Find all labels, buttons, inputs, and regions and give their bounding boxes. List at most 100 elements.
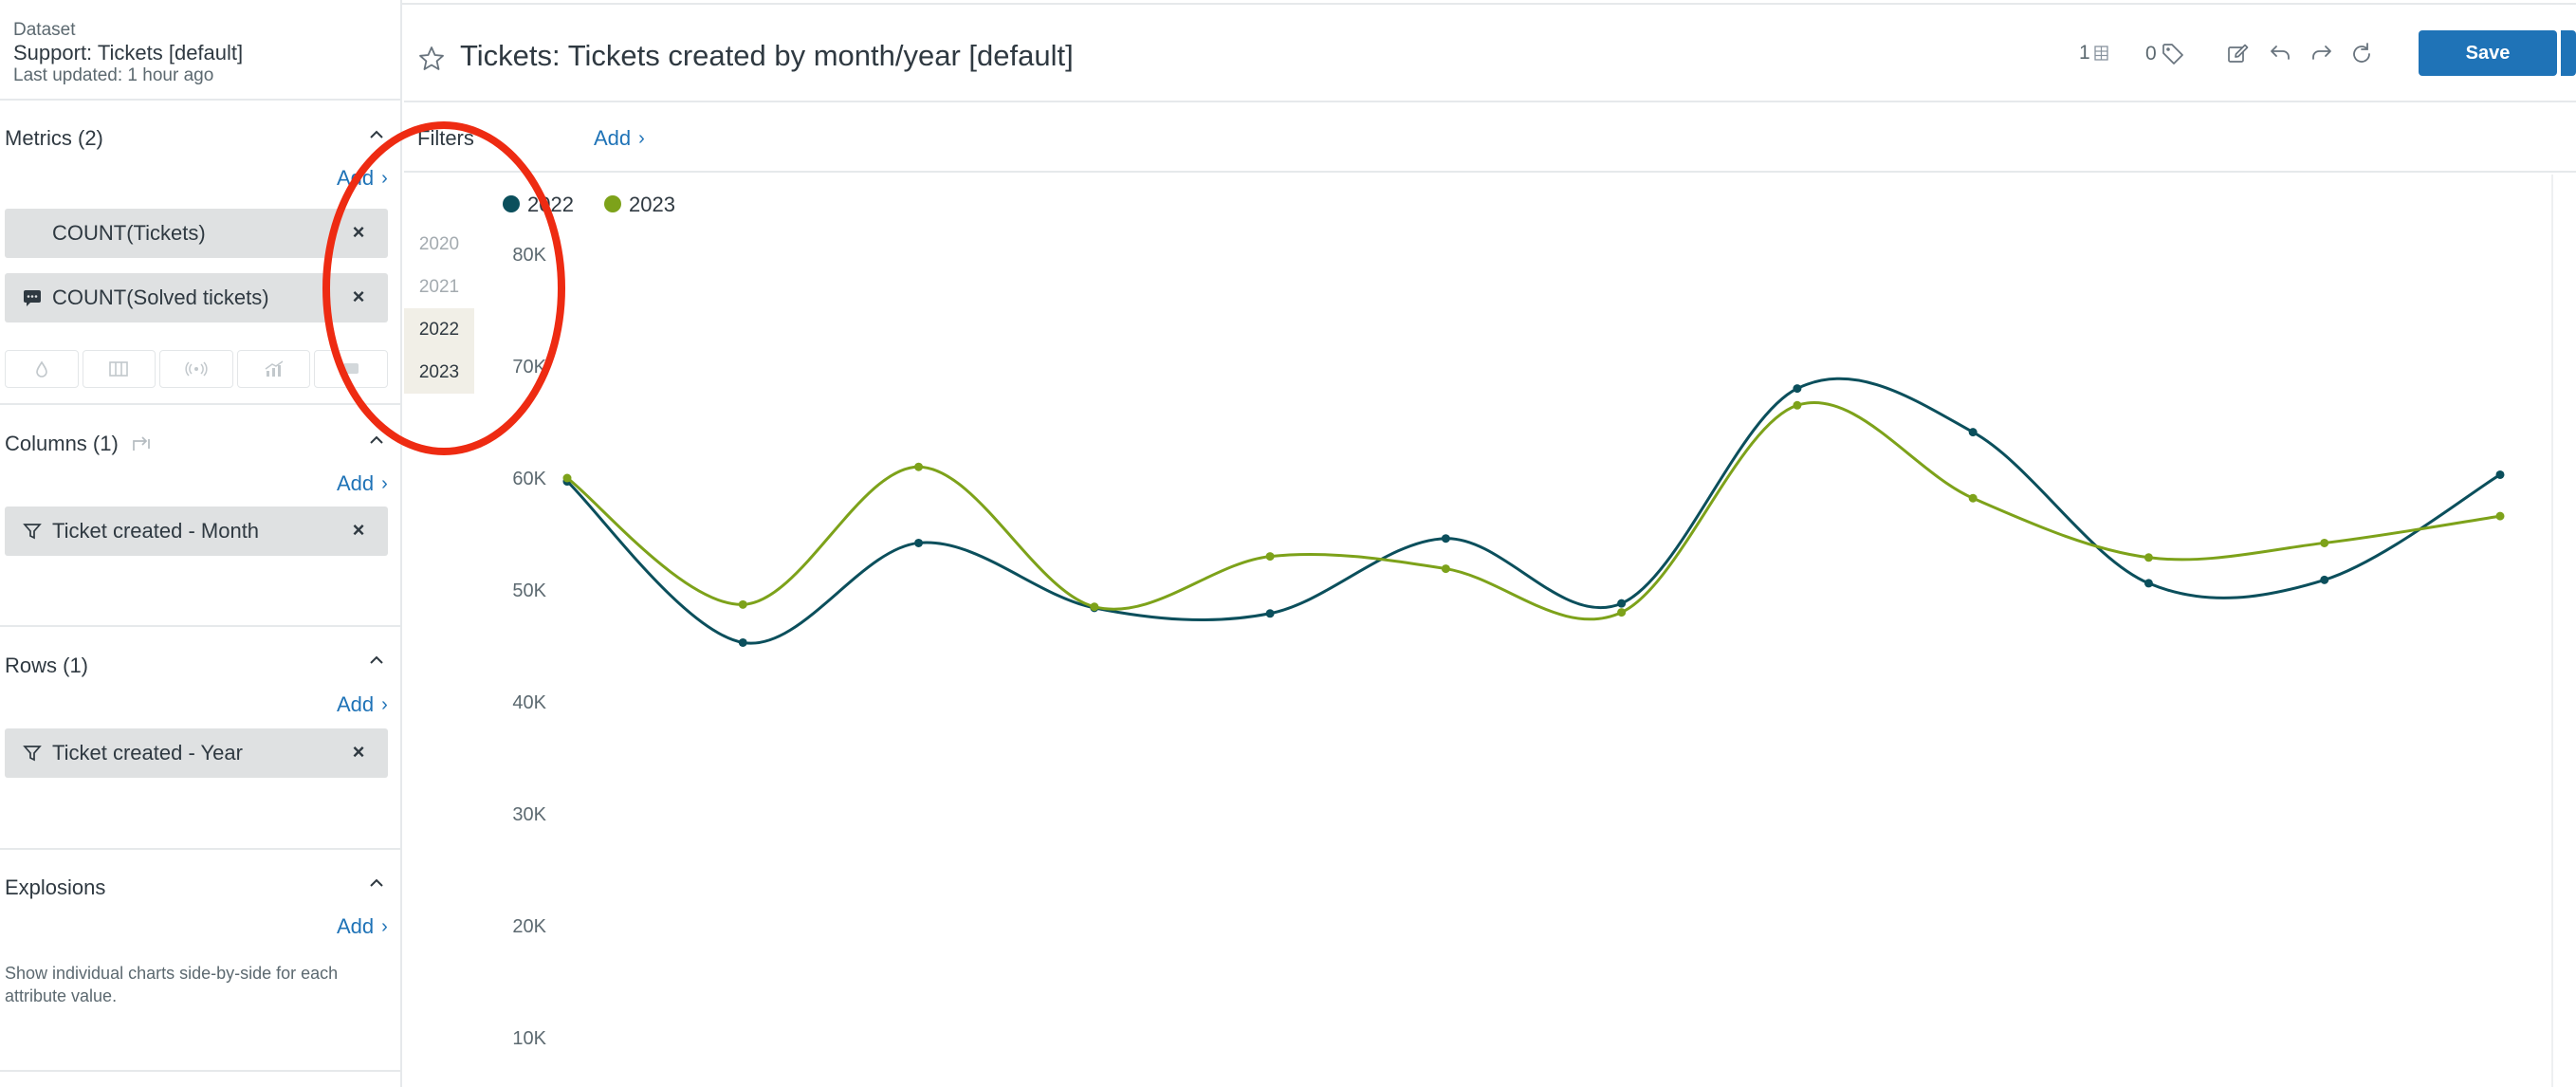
- row-pill[interactable]: Ticket created - Year ×: [5, 728, 388, 778]
- chevron-up-icon[interactable]: [366, 430, 387, 451]
- metric-label: COUNT(Solved tickets): [52, 286, 269, 309]
- data-point[interactable]: [2495, 511, 2505, 521]
- data-point[interactable]: [914, 538, 924, 547]
- report-builder: Dataset Support: Tickets [default] Last …: [0, 0, 2576, 1087]
- legend-label[interactable]: 2023: [629, 193, 675, 216]
- column-pill[interactable]: Ticket created - Month ×: [5, 507, 388, 556]
- data-point[interactable]: [2144, 553, 2153, 562]
- rows-add-label: Add: [337, 692, 375, 716]
- data-point[interactable]: [1441, 564, 1450, 574]
- close-icon[interactable]: ×: [348, 742, 369, 763]
- chevron-right-icon: ›: [381, 915, 388, 937]
- chevron-up-icon[interactable]: [366, 873, 387, 894]
- year-option[interactable]: 2020: [404, 223, 474, 266]
- comment-icon: [24, 290, 41, 306]
- data-point[interactable]: [738, 599, 747, 609]
- chart-type-button[interactable]: [159, 350, 233, 388]
- explosions-description: Show individual charts side-by-side for …: [5, 964, 339, 1005]
- data-point[interactable]: [1793, 400, 1802, 410]
- edit-icon[interactable]: [2225, 41, 2252, 67]
- chevron-up-icon[interactable]: [366, 124, 387, 145]
- data-point[interactable]: [2320, 538, 2329, 547]
- legend-label[interactable]: 2022: [527, 193, 574, 216]
- dataset-name[interactable]: Support: Tickets [default]: [13, 41, 243, 65]
- close-icon[interactable]: ×: [348, 286, 369, 307]
- dataset-updated: Last updated: 1 hour ago: [13, 65, 214, 85]
- data-point[interactable]: [738, 637, 747, 647]
- year-option[interactable]: 2021: [404, 266, 474, 308]
- legend-swatch: [503, 195, 520, 212]
- data-point[interactable]: [1617, 599, 1627, 608]
- chevron-right-icon: ›: [381, 167, 388, 189]
- column-label: Ticket created - Month: [52, 519, 260, 543]
- chart-type-button[interactable]: [5, 350, 79, 388]
- report-title[interactable]: Tickets: Tickets created by month/year […: [460, 39, 1074, 73]
- data-point[interactable]: [914, 462, 924, 471]
- data-point[interactable]: [2320, 575, 2329, 584]
- year-option[interactable]: 2022: [404, 308, 474, 351]
- chart-type-button[interactable]: [82, 350, 156, 388]
- metrics-title-text: Metrics (2): [5, 126, 103, 150]
- data-point[interactable]: [1793, 384, 1802, 394]
- columns-add-link[interactable]: Add ›: [337, 471, 388, 496]
- row-label: Ticket created - Year: [52, 741, 243, 765]
- undo-icon[interactable]: [2267, 41, 2293, 67]
- y-tick-label: 60K: [512, 469, 546, 489]
- redo-icon[interactable]: [2309, 41, 2335, 67]
- filters-add-link[interactable]: Add ›: [594, 126, 645, 151]
- filter-bar: Filters Add ›: [404, 101, 2576, 173]
- attachments-count[interactable]: 1: [2079, 42, 2109, 64]
- data-point[interactable]: [1617, 608, 1627, 617]
- table-icon: [2094, 46, 2108, 61]
- explosions-add-label: Add: [337, 914, 375, 938]
- chart-type-toolbar: [5, 350, 388, 388]
- y-tick-label: 20K: [512, 916, 546, 937]
- columns-title-text: Columns (1): [5, 432, 119, 455]
- comment-icon: [343, 363, 359, 374]
- chart-type-button[interactable]: [236, 350, 311, 388]
- tags-count[interactable]: 0: [2145, 42, 2185, 66]
- series-layer: [562, 377, 2505, 647]
- explosions-add-link[interactable]: Add ›: [337, 914, 388, 939]
- metric-pill[interactable]: COUNT(Tickets) ×: [5, 209, 388, 258]
- chevron-right-icon: ›: [381, 472, 388, 494]
- metric-label: COUNT(Tickets): [52, 221, 206, 245]
- y-tick-label: 30K: [512, 804, 546, 825]
- explosions-title: Explosions: [5, 875, 105, 900]
- blank-icon: [22, 223, 43, 244]
- y-tick-label: 50K: [512, 580, 546, 601]
- data-point[interactable]: [1265, 552, 1275, 562]
- filter-icon: [23, 524, 42, 540]
- data-point[interactable]: [2495, 470, 2505, 479]
- data-point[interactable]: [562, 473, 572, 483]
- year-option[interactable]: 2023: [404, 351, 474, 394]
- metrics-add-link[interactable]: Add ›: [337, 166, 388, 191]
- data-point[interactable]: [1265, 609, 1275, 618]
- rows-title-text: Rows (1): [5, 654, 89, 677]
- swap-icon[interactable]: [130, 433, 153, 454]
- save-options-button[interactable]: [2561, 30, 2576, 76]
- close-icon[interactable]: ×: [348, 520, 369, 541]
- metrics-title: Metrics (2): [5, 126, 103, 151]
- refresh-icon[interactable]: [2348, 41, 2375, 67]
- data-point[interactable]: [1968, 428, 1978, 437]
- attachments-count-value: 1: [2079, 42, 2090, 64]
- rows-title: Rows (1): [5, 654, 88, 678]
- divider: [0, 1070, 400, 1072]
- metric-pill[interactable]: COUNT(Solved tickets) ×: [5, 273, 388, 322]
- columns-title: Columns (1): [5, 432, 153, 456]
- save-button[interactable]: Save: [2419, 30, 2557, 76]
- chevron-up-icon[interactable]: [366, 650, 387, 671]
- close-icon[interactable]: ×: [348, 222, 369, 243]
- rows-add-link[interactable]: Add ›: [337, 692, 388, 717]
- data-point[interactable]: [1090, 602, 1099, 612]
- data-point[interactable]: [1441, 534, 1450, 544]
- y-tick-label: 70K: [512, 357, 546, 378]
- series-line-2023[interactable]: [566, 401, 2501, 621]
- data-point[interactable]: [2144, 579, 2153, 588]
- sidebar: Dataset Support: Tickets [default] Last …: [0, 0, 402, 1087]
- chart-type-button[interactable]: [314, 350, 388, 388]
- star-icon[interactable]: [417, 45, 446, 73]
- data-point[interactable]: [1968, 493, 1978, 503]
- filters-label: Filters: [417, 126, 474, 150]
